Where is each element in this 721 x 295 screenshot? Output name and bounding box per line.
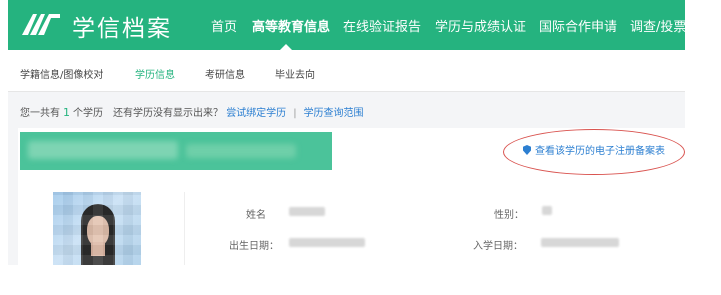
nav-degree-transcript-certification[interactable]: 学历与成绩认证 (435, 16, 526, 35)
subnav-graduate-destination[interactable]: 毕业去向 (275, 66, 315, 81)
subnav-postgraduate-exam-info[interactable]: 考研信息 (205, 66, 245, 81)
shield-icon (523, 145, 531, 155)
view-filing-form-label: 查看该学历的电子注册备案表 (535, 146, 665, 157)
degree-count: 1 (63, 106, 70, 119)
try-bind-degree-link[interactable]: 尝试绑定学历 (226, 108, 286, 119)
site-brand-name[interactable]: 学信档案 (72, 9, 172, 43)
photo-divider (184, 192, 185, 265)
enrollment-date-label: 入学日期： (473, 241, 523, 252)
app-frame: 学信档案 首页 高等教育信息 在线验证报告 学历与成绩认证 国际合作申请 调查/… (8, 0, 685, 265)
nav-survey-vote[interactable]: 调查/投票 (630, 16, 685, 35)
name-value-redacted (289, 207, 325, 216)
degree-query-scope-link[interactable]: 学历查询范围 (304, 108, 364, 119)
nav-higher-education-info[interactable]: 高等教育信息 (252, 16, 330, 35)
missing-degree-question: 还有学历没有显示出来？ (113, 108, 223, 119)
birth-date-value-redacted (289, 238, 365, 247)
birth-date-label: 出生日期： (229, 241, 279, 252)
sub-navigation: 学籍信息/图像校对 学历信息 考研信息 毕业去向 (8, 50, 685, 92)
degree-record-card: 查看该学历的电子注册备案表 姓名 性别： 出生日期： 入学日期： (18, 128, 685, 265)
redacted-school-name (28, 141, 178, 159)
top-navigation-bar: 学信档案 首页 高等教育信息 在线验证报告 学历与成绩认证 国际合作申请 调查/… (8, 0, 685, 50)
name-label: 姓名 (246, 210, 266, 221)
redacted-degree-title (186, 144, 296, 158)
view-filing-form-link[interactable]: 查看该学历的电子注册备案表 (523, 142, 665, 157)
subnav-enrollment-photo-check[interactable]: 学籍信息/图像校对 (20, 66, 103, 81)
count-unit: 个学历 (73, 108, 103, 119)
card-header-redacted (20, 132, 332, 170)
degree-count-line: 您一共有 1 个学历 还有学历没有显示出来？ 尝试绑定学历 | 学历查询范围 (20, 104, 364, 119)
nav-online-verification-report[interactable]: 在线验证报告 (343, 16, 421, 35)
link-separator: | (293, 108, 297, 119)
gender-value-redacted (542, 206, 552, 215)
nav-home[interactable]: 首页 (211, 16, 237, 35)
student-photo (53, 192, 141, 265)
nav-international-cooperation[interactable]: 国际合作申请 (539, 16, 617, 35)
gender-label: 性别： (494, 210, 524, 221)
enrollment-date-value-redacted (541, 238, 619, 247)
subnav-degree-info[interactable]: 学历信息 (135, 66, 175, 81)
content-area: 您一共有 1 个学历 还有学历没有显示出来？ 尝试绑定学历 | 学历查询范围 查看该学历的… (8, 92, 685, 265)
count-prefix: 您一共有 (20, 108, 60, 119)
chsi-logo-icon[interactable] (20, 11, 62, 37)
